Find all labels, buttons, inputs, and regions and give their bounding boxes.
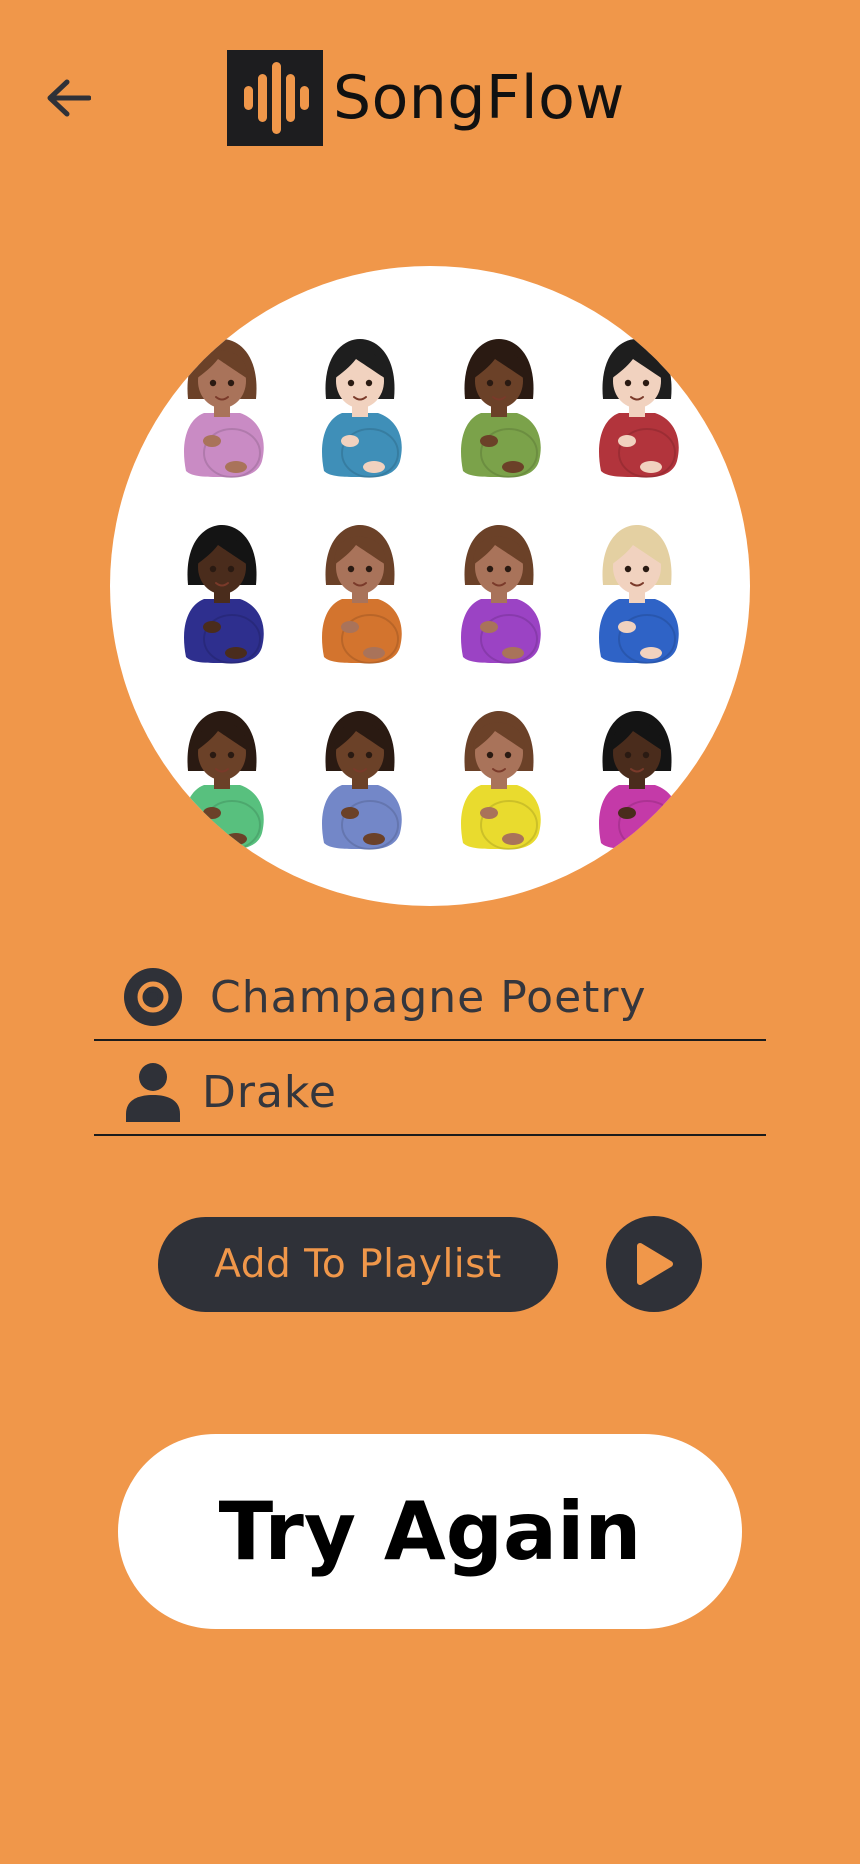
pregnant-figure-icon xyxy=(461,525,541,664)
add-to-playlist-button[interactable]: Add To Playlist xyxy=(158,1217,558,1312)
pregnant-figure-icon xyxy=(599,525,679,664)
pregnant-figure-icon xyxy=(184,339,264,478)
try-again-button[interactable]: Try Again xyxy=(118,1434,742,1629)
app-logo: SongFlow xyxy=(227,50,625,146)
song-title: Champagne Poetry xyxy=(210,971,647,1023)
disc-icon xyxy=(122,967,184,1027)
pregnant-figure-icon xyxy=(461,711,541,850)
pregnant-figure-icon xyxy=(461,339,541,478)
song-row: Champagne Poetry xyxy=(94,955,766,1041)
pregnant-figure-icon xyxy=(184,525,264,664)
pregnant-figure-icon xyxy=(599,339,679,478)
pregnant-figure-icon xyxy=(599,711,679,850)
pregnant-figure-icon xyxy=(184,711,264,850)
artist-name: Drake xyxy=(202,1066,337,1118)
arrow-left-icon xyxy=(47,79,91,117)
pregnant-figure-icon xyxy=(322,339,402,478)
play-icon xyxy=(637,1243,673,1285)
cover-artwork xyxy=(184,339,679,850)
play-button[interactable] xyxy=(606,1216,702,1312)
app-name: SongFlow xyxy=(333,63,625,133)
album-cover xyxy=(110,266,750,906)
pregnant-figure-icon xyxy=(322,525,402,664)
pregnant-figure-icon xyxy=(322,711,402,850)
person-icon xyxy=(122,1062,184,1122)
sound-wave-icon xyxy=(227,50,323,146)
artist-row: Drake xyxy=(94,1050,766,1136)
back-button[interactable] xyxy=(40,70,96,126)
